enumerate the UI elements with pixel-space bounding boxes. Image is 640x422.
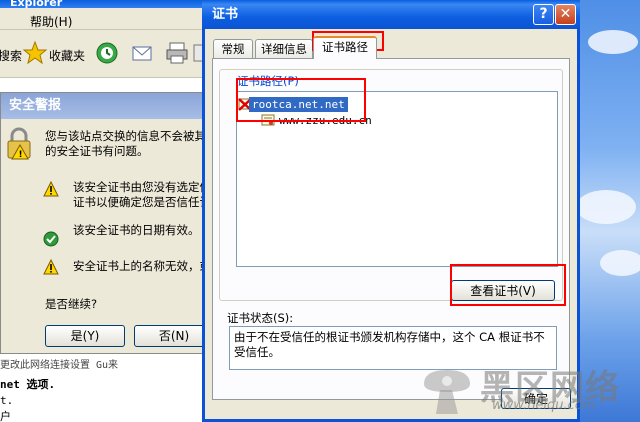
security-alert-title: 安全警报 <box>9 98 62 113</box>
desktop-background <box>576 0 640 422</box>
content-line-1: 更改此网络连接设置 Gu来 <box>0 360 119 371</box>
alert-item3: 安全证书上的名称无效，或 <box>73 259 211 273</box>
certificate-title-bar: 证书 ? ✕ <box>202 0 580 29</box>
tab-details[interactable]: 详细信息 <box>255 39 313 58</box>
watermark: 黑区网络 www.heiqu.com <box>410 360 640 422</box>
help-icon: ? <box>539 6 548 22</box>
print-icon[interactable] <box>164 40 190 66</box>
cloud-decoration <box>588 30 638 54</box>
ie-page-content: 更改此网络连接设置 Gu来 net 选项. t. 户 <box>0 354 210 422</box>
content-line-2: net 选项. <box>0 378 56 391</box>
watermark-logo-icon <box>424 370 470 414</box>
cloud-decoration <box>576 190 636 224</box>
content-line-3: t. <box>0 394 14 407</box>
search-button[interactable]: 搜索 <box>0 47 22 64</box>
certificate-dialog: 证书 ? ✕ 常规 详细信息 证书路径 证书路径(P) rootca.net.n… <box>202 0 580 422</box>
alert-intro-line2: 的安全证书有问题。 <box>45 144 149 158</box>
favorites-star-icon[interactable] <box>22 40 48 66</box>
help-button[interactable]: ? <box>533 4 554 25</box>
certificate-status-label: 证书状态(S): <box>227 311 294 325</box>
warning-icon <box>43 259 59 275</box>
alert-item1-line2: 证书以便确定您是否信任该 <box>73 195 211 209</box>
ie-title-text: Explorer <box>10 0 63 8</box>
tab-general[interactable]: 常规 <box>213 39 253 58</box>
check-ok-icon <box>43 231 59 247</box>
favorites-button[interactable]: 收藏夹 <box>49 47 85 64</box>
menu-help[interactable]: 帮助(H) <box>30 13 72 30</box>
ie-toolbar: 搜索 收藏夹 <box>0 30 210 78</box>
ie-title-bar: Explorer <box>0 0 210 8</box>
alert-item2: 该安全证书的日期有效。 <box>73 223 200 237</box>
close-button[interactable]: ✕ <box>555 4 576 25</box>
security-alert-dialog: 安全警报 ! 您与该站点交换的信息不会被其它 的安全证书有问题。 该安全证书由您… <box>0 92 214 354</box>
certificate-title: 证书 <box>212 7 239 22</box>
security-alert-title-bar: 安全警报 <box>1 93 211 119</box>
mail-icon[interactable] <box>130 40 156 66</box>
cloud-decoration <box>600 250 640 276</box>
alert-intro-line1: 您与该站点交换的信息不会被其它 <box>45 129 211 143</box>
lock-warning-icon: ! <box>7 127 31 160</box>
continue-question: 是否继续? <box>45 297 98 311</box>
svg-text:!: ! <box>19 150 23 160</box>
yes-button[interactable]: 是(Y) <box>45 325 125 347</box>
warning-icon <box>43 181 59 197</box>
content-line-4: 户 <box>0 410 11 422</box>
ie-menu-bar: 帮助(H) <box>0 8 210 30</box>
watermark-url: www.heiqu.com <box>492 398 596 413</box>
alert-item1-line1: 该安全证书由您没有选定信 <box>73 180 211 194</box>
history-icon[interactable] <box>94 40 120 66</box>
highlight-view-cert-button <box>450 264 566 306</box>
close-icon: ✕ <box>559 6 572 22</box>
tab-certification-path[interactable]: 证书路径 <box>313 36 377 59</box>
highlight-cert-tree <box>236 78 366 122</box>
